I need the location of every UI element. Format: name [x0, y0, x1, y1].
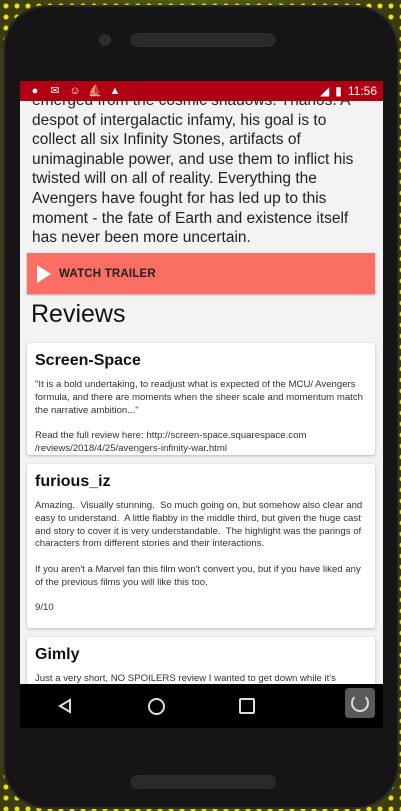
play-icon: [37, 264, 51, 283]
review-card[interactable]: furious_iz Amazing. Visually stunning. S…: [27, 464, 375, 628]
recents-button[interactable]: [227, 686, 267, 726]
location-pin-icon: ●: [31, 85, 39, 97]
recents-icon: [238, 698, 255, 714]
movie-overview: emerged from the cosmic shadows: Thanos.…: [32, 92, 354, 247]
watch-trailer-button[interactable]: WATCH TRAILER: [27, 253, 375, 294]
review-card[interactable]: Screen-Space "It is a bold undertaking, …: [27, 343, 375, 455]
smiley-icon: ☺: [69, 85, 81, 97]
signal-icon: ◢: [320, 84, 330, 98]
top-speaker: [130, 33, 276, 47]
app-screen: ● ✉ ☺ ⛵ ▲ ◢ ▮ 11:56 emerged from the cos…: [20, 81, 383, 728]
clock: 11:56: [347, 84, 377, 98]
home-button[interactable]: [136, 686, 176, 726]
reviews-heading: Reviews: [31, 300, 126, 328]
review-content: "It is a bold undertaking, to readjust w…: [35, 379, 363, 454]
rotate-icon: [351, 694, 369, 712]
gmail-icon: ✉: [50, 85, 60, 97]
warning-icon: ▲: [109, 85, 121, 97]
front-camera: [99, 34, 111, 46]
home-icon: [147, 697, 165, 715]
review-author: Gimly: [35, 646, 80, 663]
movie-detail-scroll[interactable]: emerged from the cosmic shadows: Thanos.…: [20, 91, 383, 248]
back-icon: [58, 698, 72, 714]
android-nav-bar: [20, 684, 383, 728]
battery-icon: ▮: [335, 84, 342, 98]
review-author: Screen-Space: [35, 352, 141, 369]
review-content: Amazing. Visually stunning. So much goin…: [35, 500, 363, 614]
back-button[interactable]: [45, 686, 85, 726]
review-author: furious_iz: [35, 473, 111, 490]
status-bar: ● ✉ ☺ ⛵ ▲ ◢ ▮ 11:56: [20, 81, 383, 101]
rotate-button[interactable]: [345, 688, 375, 718]
watch-trailer-label: WATCH TRAILER: [59, 267, 156, 280]
ship-icon: ⛵: [88, 85, 102, 97]
bottom-speaker: [130, 775, 276, 789]
